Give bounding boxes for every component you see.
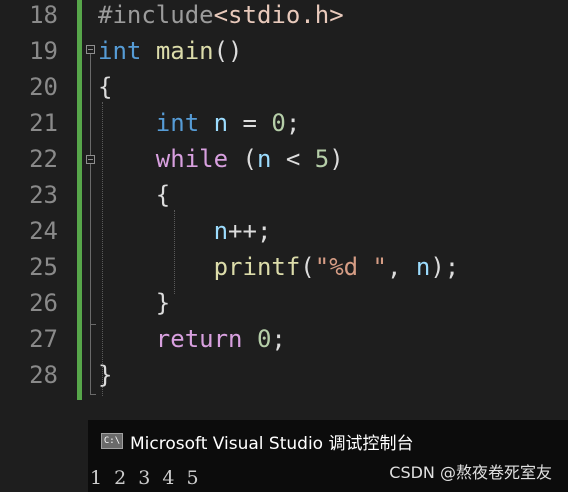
line-number: 28 — [29, 361, 58, 389]
line-number: 21 — [29, 109, 58, 137]
preprocessor-directive: #include — [98, 1, 214, 29]
line-number: 20 — [29, 73, 58, 101]
line-number: 27 — [29, 325, 58, 353]
number-literal: 0 — [271, 109, 286, 137]
punctuation: , — [387, 253, 416, 281]
collapse-main-icon[interactable] — [86, 45, 95, 54]
line-number: 18 — [29, 1, 58, 29]
variable: n — [213, 217, 229, 245]
collapse-while-icon[interactable] — [86, 155, 95, 164]
fold-line — [90, 324, 92, 394]
code-line-18[interactable]: #include<stdio.h> — [98, 0, 344, 33]
console-title: Microsoft Visual Studio 调试控制台 — [130, 433, 414, 454]
line-number: 25 — [29, 253, 58, 281]
variable: n — [415, 253, 431, 281]
punctuation: ( — [228, 145, 257, 173]
operator: = — [228, 109, 272, 137]
function-name: main — [155, 37, 214, 65]
code-line-25[interactable]: printf("%d ", n); — [98, 249, 460, 285]
console-title-bar[interactable]: C:\ Microsoft Visual Studio 调试控制台 — [88, 420, 568, 462]
punctuation: ; — [285, 109, 301, 137]
code-line-22[interactable]: while (n < 5) — [98, 141, 344, 177]
number-literal: 5 — [314, 145, 330, 173]
keyword: int — [98, 37, 142, 65]
code-line-23[interactable]: { — [98, 177, 170, 213]
code-line-26[interactable]: } — [98, 285, 170, 321]
control-keyword: return — [155, 325, 243, 353]
punctuation: ) — [329, 145, 344, 173]
fold-line — [90, 164, 92, 324]
punctuation: () — [213, 37, 243, 65]
watermark: CSDN @熬夜卷死室友 — [389, 463, 552, 482]
brace: { — [155, 181, 171, 209]
change-indicator-bar — [77, 0, 82, 400]
operator: < — [271, 145, 315, 173]
variable: n — [213, 109, 229, 137]
line-number: 24 — [29, 217, 58, 245]
code-line-20[interactable]: { — [98, 69, 112, 105]
variable: n — [256, 145, 272, 173]
line-number: 22 — [29, 145, 58, 173]
brace: } — [155, 289, 171, 317]
line-number: 19 — [29, 37, 58, 65]
line-number: 23 — [29, 181, 58, 209]
fold-end — [90, 394, 96, 395]
include-header: <stdio.h> — [213, 1, 344, 29]
code-line-28[interactable]: } — [98, 357, 112, 393]
code-editor[interactable]: 18 19 20 21 22 23 24 25 26 27 28 #includ… — [0, 0, 568, 420]
line-number: 26 — [29, 289, 58, 317]
code-line-21[interactable]: int n = 0; — [98, 105, 301, 141]
punctuation: ; — [271, 325, 286, 353]
operator: ++; — [228, 217, 272, 245]
fold-line — [90, 54, 92, 155]
console-app-icon: C:\ — [101, 433, 123, 449]
console-output: 1 2 3 4 5 — [90, 467, 202, 489]
string-literal: "%d " — [314, 253, 387, 281]
number-literal: 0 — [256, 325, 272, 353]
keyword: int — [155, 109, 200, 137]
control-keyword: while — [155, 145, 229, 173]
punctuation: ); — [430, 253, 460, 281]
code-line-19[interactable]: int main() — [98, 33, 243, 69]
code-line-27[interactable]: return 0; — [98, 321, 286, 357]
punctuation: ( — [300, 253, 315, 281]
brace: } — [98, 361, 113, 389]
code-line-24[interactable]: n++; — [98, 213, 272, 249]
function-name: printf — [213, 253, 301, 281]
brace: { — [98, 73, 113, 101]
